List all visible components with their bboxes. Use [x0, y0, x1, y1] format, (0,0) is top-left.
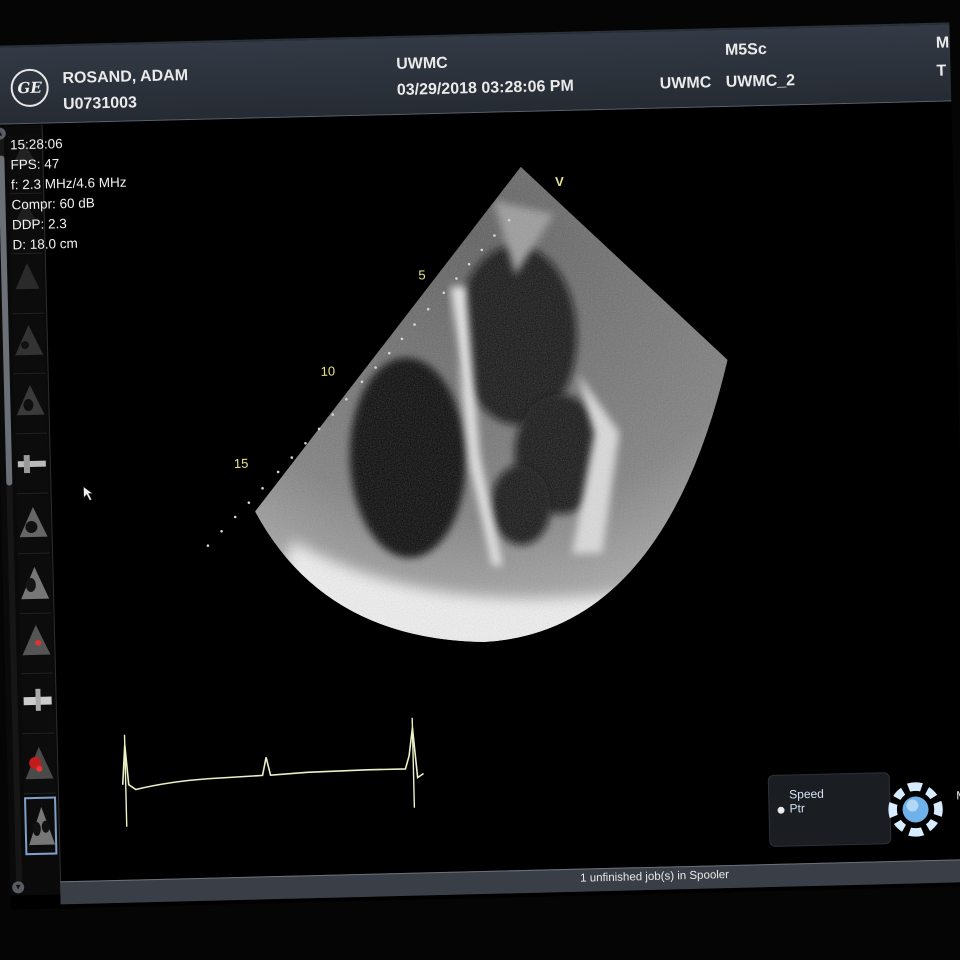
speed-control-panel[interactable]: Speed Ptr	[767, 772, 892, 848]
orientation-marker: V	[554, 173, 564, 190]
ultrasound-screen: GE ROSAND, ADAM U0731003 UWMC 03/29/2018…	[0, 22, 960, 910]
ptr-indicator-icon	[777, 806, 785, 814]
ptr-label: Ptr	[789, 801, 806, 816]
cursor-arrow-icon	[83, 486, 94, 501]
ecg-trace	[121, 727, 425, 791]
control-right-cut: M	[956, 788, 960, 803]
speed-label: Speed	[788, 786, 825, 802]
spooler-status[interactable]: 1 unfinished job(s) in Spooler	[580, 869, 729, 885]
depth-marker-15: 15	[233, 455, 249, 472]
trackball-icon[interactable]	[883, 777, 949, 843]
depth-marker-5: 5	[418, 267, 426, 283]
depth-marker-10: 10	[320, 363, 336, 379]
